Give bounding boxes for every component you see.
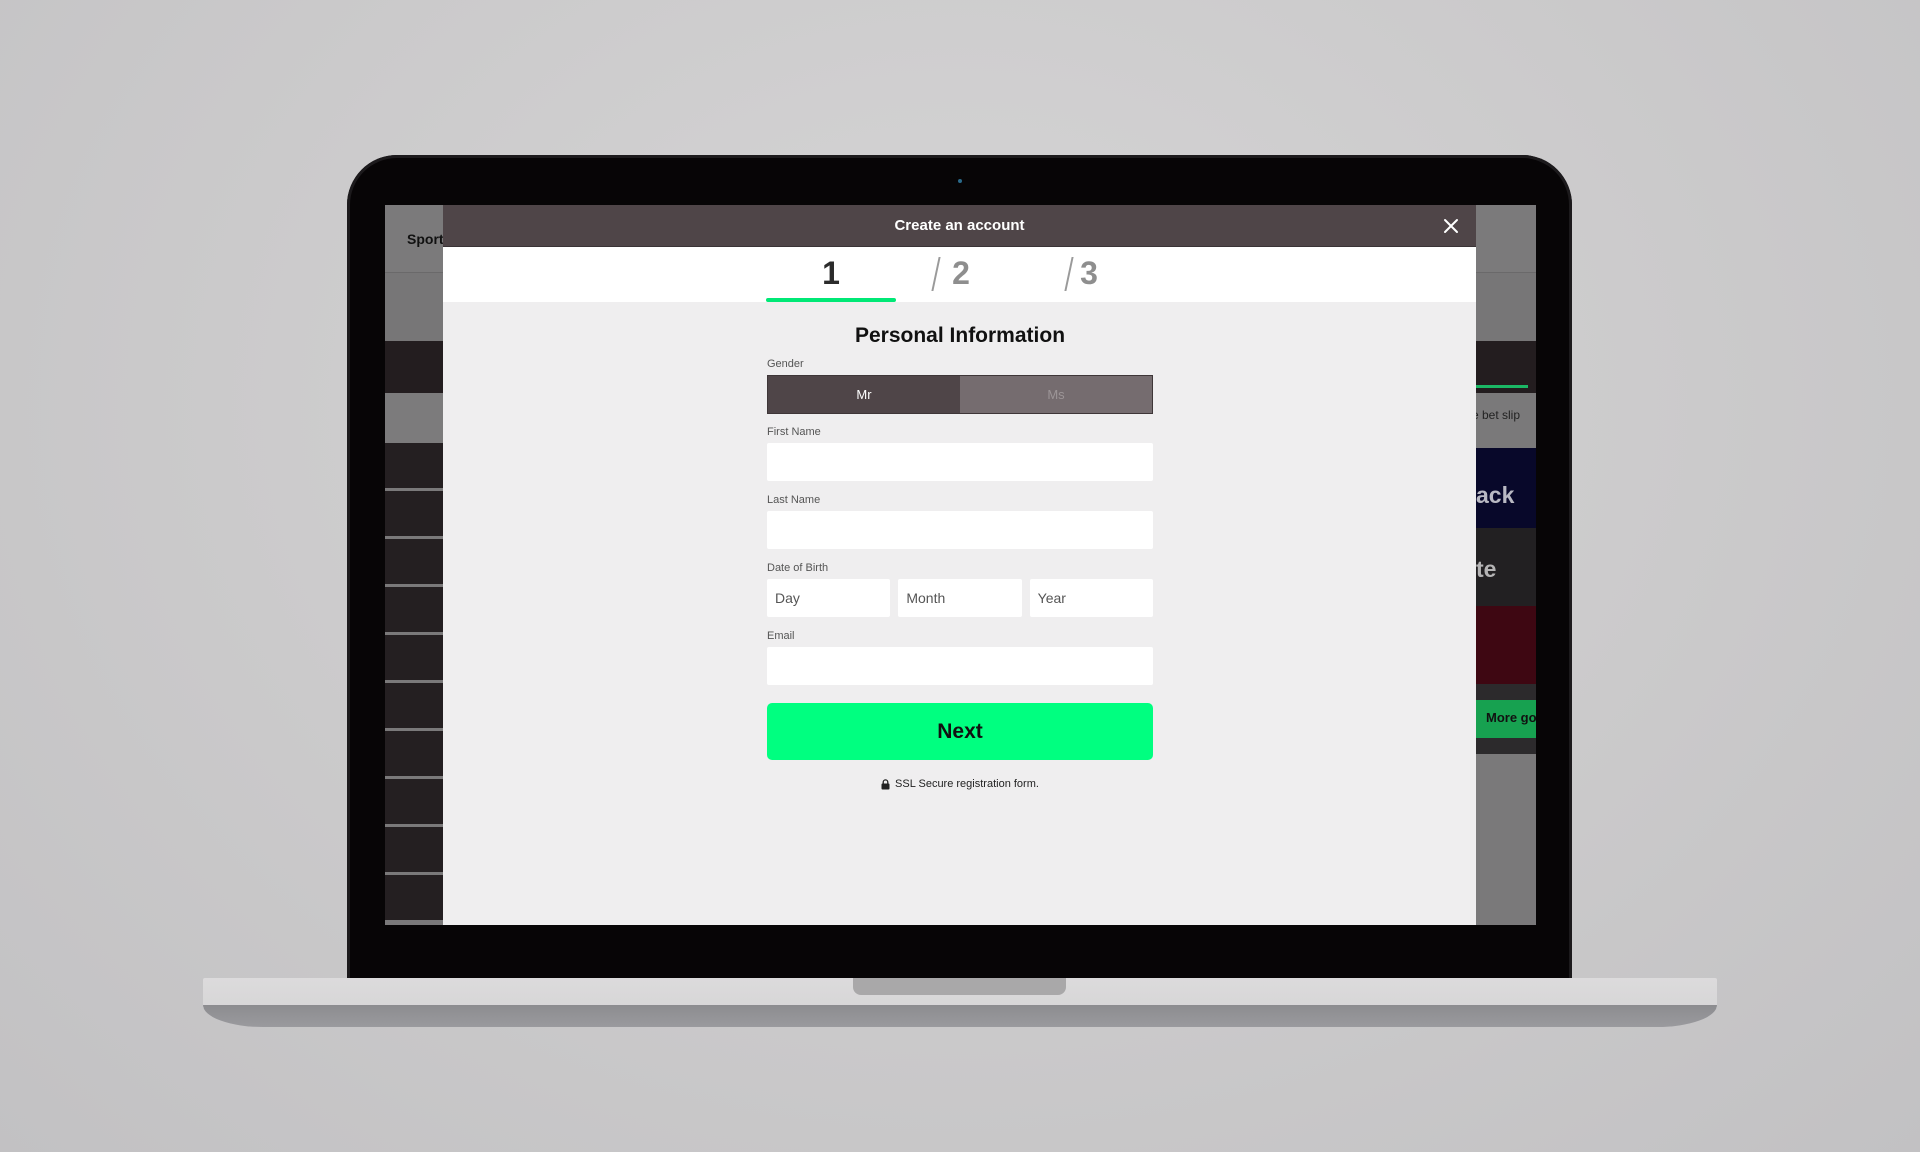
dob-year-input[interactable] <box>1029 579 1153 617</box>
dob-day-input[interactable] <box>767 579 891 617</box>
step-1: 1 <box>822 255 840 291</box>
bg-list-row <box>385 731 443 779</box>
bg-banner: ack <box>1476 448 1536 528</box>
section-title: Personal Information <box>854 324 1066 347</box>
email-input[interactable] <box>767 647 1153 685</box>
bg-sport-label: Sport <box>407 231 444 247</box>
bg-left-panel <box>385 393 443 443</box>
dob-month-input[interactable] <box>898 579 1022 617</box>
first-name-input[interactable] <box>767 443 1153 481</box>
ssl-notice: SSL Secure registration form. <box>767 778 1153 790</box>
personal-info-form: Personal Information Gender Mr Ms First … <box>767 302 1153 790</box>
last-name-label: Last Name <box>767 494 821 506</box>
last-name-input[interactable] <box>767 511 1153 549</box>
bg-betslip-label: e bet slip <box>1471 408 1520 422</box>
bg-list-row <box>385 875 443 923</box>
laptop-screen: Sport tions E 22:24 (GMT e bet slip ack … <box>385 205 1536 925</box>
bg-more-button: More go <box>1476 700 1536 738</box>
laptop-base-bottom <box>203 1005 1717 1027</box>
close-icon <box>1444 219 1458 233</box>
dob-fields <box>767 579 1153 617</box>
gender-option-ms[interactable]: Ms <box>960 376 1152 413</box>
bg-list-row <box>385 539 443 587</box>
lock-icon <box>881 778 890 789</box>
bg-green-indicator <box>1476 385 1528 388</box>
bg-left-list <box>385 443 443 923</box>
bg-list-row <box>385 587 443 635</box>
bg-list-row <box>385 779 443 827</box>
gender-toggle: Mr Ms <box>767 375 1153 414</box>
step-indicator: 1 2 3 <box>443 247 1476 302</box>
bg-banner <box>1476 606 1536 684</box>
close-button[interactable] <box>1440 215 1462 237</box>
ssl-text: SSL Secure registration form. <box>895 778 1039 790</box>
bg-list-row <box>385 683 443 731</box>
laptop-camera <box>958 179 962 183</box>
bg-list-row <box>385 635 443 683</box>
step-2: 2 <box>952 255 970 291</box>
email-label: Email <box>767 630 795 642</box>
bg-spacer <box>1476 738 1536 754</box>
modal-header: Create an account <box>443 205 1476 247</box>
bg-banner: te <box>1476 528 1536 606</box>
bg-right-banners: ack te More go <box>1476 448 1536 754</box>
dob-label: Date of Birth <box>767 562 829 574</box>
bg-list-row <box>385 491 443 539</box>
create-account-modal: Create an account 1 2 3 Personal Informa… <box>443 205 1476 925</box>
laptop-hinge-notch <box>853 978 1066 995</box>
bg-spacer <box>1476 684 1536 700</box>
gender-option-mr[interactable]: Mr <box>768 376 960 413</box>
next-button[interactable]: Next <box>767 703 1153 760</box>
modal-title: Create an account <box>894 217 1025 234</box>
step-3: 3 <box>1080 255 1098 291</box>
bg-list-row <box>385 827 443 875</box>
gender-label: Gender <box>767 358 804 370</box>
bg-list-row <box>385 443 443 491</box>
step-separator <box>931 257 941 291</box>
first-name-label: First Name <box>767 426 821 438</box>
